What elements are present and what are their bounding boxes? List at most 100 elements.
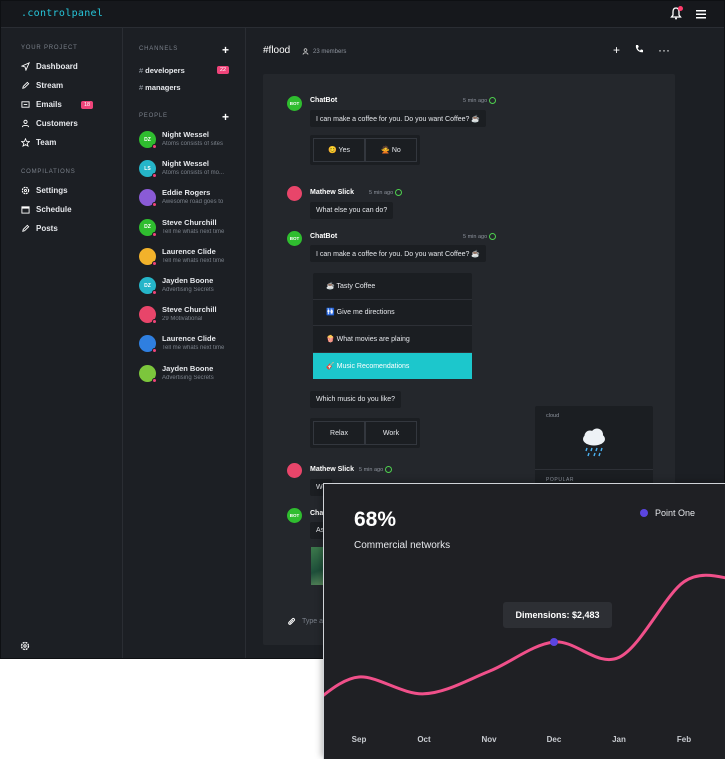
weather-divider — [535, 469, 653, 470]
person-name: Steve Churchill — [162, 217, 217, 227]
person-name: Jayden Boone — [162, 363, 214, 373]
x-tick-feb: Feb — [676, 735, 692, 744]
send-icon — [21, 62, 30, 71]
your-project-title: YOUR PROJECT — [21, 45, 78, 51]
message-time: 5 min ago — [463, 97, 497, 104]
pen-icon — [22, 81, 30, 89]
top-bar-actions — [670, 6, 706, 25]
person-last-message: Tell me whats next time — [162, 228, 225, 235]
option-music[interactable]: 🎸 Music Recomendations — [313, 352, 472, 379]
presence-dot — [152, 173, 157, 179]
presence-dot — [152, 144, 157, 149]
person-avatar — [139, 364, 157, 383]
x-tick-jan: Jan — [612, 735, 626, 744]
person-item[interactable]: LS Night Wessel Atoms consists of mo... — [139, 158, 239, 184]
avatar-initials: DZ — [144, 224, 151, 231]
nav-stream-label: Stream — [36, 81, 64, 90]
message-sender: ChatBot — [310, 233, 338, 240]
compilations-title: COMPILATIONS — [21, 169, 76, 175]
add-person-plus-icon[interactable]: + — [222, 111, 229, 123]
people-title: PEOPLE — [139, 113, 168, 119]
yes-no-choices: 😊 Yes 🙅 No — [310, 135, 420, 165]
menu-icon[interactable] — [696, 7, 706, 25]
person-avatar: DZ — [139, 131, 157, 149]
message-bubble: I can make a coffee for you. Do you want… — [310, 245, 487, 262]
person-item[interactable]: Steve Churchill 29 Motivational — [139, 304, 239, 330]
message-sender: ChatBot — [310, 97, 338, 104]
person-item[interactable]: DZ Steve Churchill Tell me whats next time — [139, 217, 239, 243]
channels-title: CHANNELS — [139, 46, 179, 52]
nav-stream[interactable]: Stream — [21, 81, 63, 90]
paperclip-icon[interactable] — [287, 617, 296, 626]
person-item[interactable]: Jayden Boone Advertising Secrets — [139, 363, 239, 389]
mathew-avatar — [287, 186, 302, 201]
bot-options-menu: ☕ Tasty Coffee 🚻 Give me directions 🍿 Wh… — [313, 273, 472, 379]
app-logo[interactable]: .controlpanel — [21, 8, 103, 19]
channel-managers[interactable]: # managers — [139, 83, 181, 92]
x-tick-dec: Dec — [546, 735, 562, 744]
music-choices: Relax Work — [310, 418, 420, 448]
person-item[interactable]: Laurence Clide Tell me whats next time — [139, 333, 239, 359]
nav-dashboard[interactable]: Dashboard — [21, 62, 78, 71]
option-tasty-coffee[interactable]: ☕ Tasty Coffee — [313, 273, 472, 300]
notification-dot — [678, 6, 683, 11]
nav-settings[interactable]: Settings — [21, 186, 68, 195]
users-icon — [21, 119, 30, 128]
add-icon[interactable]: + — [613, 44, 620, 56]
developers-count-badge: 22 — [217, 66, 230, 74]
nav-schedule[interactable]: Schedule — [21, 205, 72, 214]
check-icon — [489, 97, 497, 104]
message-time: 5 min ago — [359, 466, 393, 473]
person-name: Laurence Clide — [162, 334, 216, 344]
relax-button[interactable]: Relax — [313, 421, 365, 445]
notification-bell-icon[interactable] — [670, 6, 683, 20]
person-last-message: Tell me whats next time — [162, 345, 225, 352]
person-item[interactable]: Laurence Clide Tell me whats next time — [139, 246, 239, 272]
nav-team[interactable]: Team — [21, 138, 56, 147]
user-icon — [302, 48, 309, 55]
nav-schedule-label: Schedule — [36, 205, 72, 214]
person-last-message: 29 Motivational — [162, 316, 203, 323]
commercial-networks-card: 68% Commercial networks Point One Dimens… — [323, 483, 725, 759]
person-last-message: Tell me whats next time — [162, 257, 225, 264]
nav-emails[interactable]: Emails — [21, 100, 62, 109]
message-time: 5 min ago — [463, 233, 497, 240]
more-icon[interactable]: ··· — [658, 44, 670, 56]
data-point-dec[interactable] — [550, 638, 558, 646]
phone-icon[interactable] — [634, 44, 644, 56]
person-last-message: Advertising Secrets — [162, 287, 214, 293]
add-channel-plus-icon[interactable]: + — [222, 44, 229, 56]
members-count[interactable]: 23 members — [302, 48, 346, 55]
mail-icon — [21, 101, 30, 108]
yes-button[interactable]: 😊 Yes — [313, 138, 365, 162]
person-avatar: LS — [139, 160, 157, 179]
person-avatar: DZ — [139, 277, 157, 295]
message-composer[interactable]: Type a — [287, 617, 323, 626]
person-item[interactable]: Eddie Rogers Awesome road goes to — [139, 187, 239, 213]
weather-widget[interactable]: cloud POPULAR — [535, 406, 653, 486]
bottom-settings-gear-icon[interactable] — [20, 638, 30, 651]
nav-posts[interactable]: Posts — [21, 224, 58, 233]
person-name: Steve Churchill — [162, 305, 217, 315]
no-button[interactable]: 🙅 No — [365, 138, 417, 162]
option-directions[interactable]: 🚻 Give me directions — [313, 300, 472, 326]
person-item[interactable]: DZ Jayden Boone Advertising Secrets — [139, 275, 239, 301]
chat-header-actions: + ··· — [613, 44, 670, 56]
nav-customers[interactable]: Customers — [21, 119, 78, 128]
presence-dot — [152, 231, 157, 237]
avatar-initials: DZ — [144, 282, 151, 289]
message-bubble: Which music do you like? — [310, 391, 401, 408]
person-name: Jayden Boone — [162, 276, 214, 285]
option-movies[interactable]: 🍿 What movies are plaing — [313, 326, 472, 353]
person-avatar: DZ — [139, 218, 157, 237]
person-avatar — [139, 189, 157, 208]
check-icon — [395, 189, 403, 196]
person-item[interactable]: DZ Night Wessel Atoms consists of sites — [139, 129, 239, 155]
message-sender: Mathew Slick — [310, 189, 354, 196]
work-button[interactable]: Work — [365, 421, 417, 445]
avatar-initials: DZ — [144, 136, 151, 143]
star-icon — [21, 138, 30, 147]
person-avatar — [139, 335, 157, 354]
top-bar: .controlpanel — [1, 1, 724, 28]
channel-developers[interactable]: # developers — [139, 66, 185, 75]
